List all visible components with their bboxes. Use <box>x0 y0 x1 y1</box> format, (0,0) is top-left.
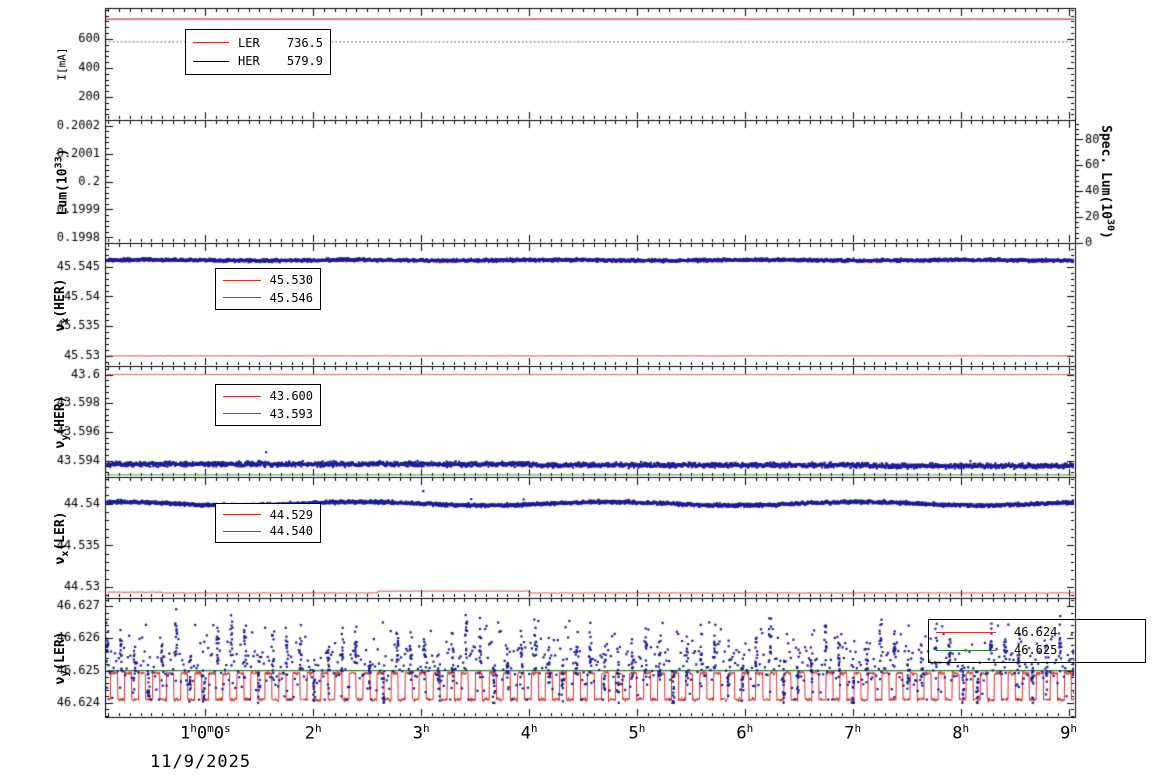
legend-series-name: HER <box>238 55 260 67</box>
legend-value: 44.540 <box>270 525 313 537</box>
plot-canvas <box>0 0 1154 782</box>
date-label: 11/9/2025 <box>150 752 251 772</box>
legend-nu-y-ler: 46.624 46.625 <box>928 619 1146 663</box>
legend-value: 43.600 <box>270 390 313 402</box>
y-axis-title-nu-x-ler: νx(LER) <box>53 511 71 564</box>
legend-nu-x-her: 45.530 45.546 <box>215 268 321 310</box>
x-tick-label-3h: 3h <box>413 722 430 744</box>
y-axis-title-nu-y-her: νy(HER) <box>53 395 71 448</box>
y-axis-title-luminosity: Lum(1033) <box>53 148 70 215</box>
legend-value: 45.546 <box>270 292 313 304</box>
legend-line-swatch <box>223 413 261 414</box>
legend-line-swatch <box>936 632 996 633</box>
legend-beam-current: LER 736.5 HER 579.9 <box>185 29 331 75</box>
x-tick-label-9h: 9h <box>1060 722 1077 744</box>
x-tick-label-8h: 8h <box>952 722 969 744</box>
legend-nu-x-ler: 44.529 44.540 <box>215 503 321 543</box>
legend-value: 46.625 <box>1014 644 1057 656</box>
x-tick-label-6h: 6h <box>736 722 753 744</box>
legend-line-swatch <box>223 531 261 532</box>
right-axis-title: Spec. Lum(1030) <box>1098 125 1115 239</box>
legend-entry: 45.530 <box>216 274 320 286</box>
legend-entry: 43.593 <box>216 408 320 420</box>
legend-value: 43.593 <box>270 408 313 420</box>
x-tick-label-2h: 2h <box>305 722 322 744</box>
legend-line-swatch <box>193 61 229 62</box>
y-axis-title-nu-x-her: νx(HER) <box>53 278 71 331</box>
legend-line-swatch <box>223 280 261 281</box>
legend-entry: 46.625 <box>929 644 1145 656</box>
x-tick-label-5h: 5h <box>628 722 645 744</box>
x-tick-label-4h: 4h <box>521 722 538 744</box>
x-tick-label-7h: 7h <box>844 722 861 744</box>
y-axis-title-nu-y-ler: νy(LER) <box>53 631 71 684</box>
legend-entry: 43.600 <box>216 390 320 402</box>
legend-line-swatch <box>223 396 261 397</box>
legend-line-swatch <box>223 297 261 298</box>
tune-history-chart: I[mA] Lum(1033) Spec. Lum(1030) νx(HER) νy(H… <box>0 0 1154 782</box>
legend-line-swatch <box>193 42 229 43</box>
legend-entry: 45.546 <box>216 292 320 304</box>
x-tick-label-1h: 1h0m0s <box>180 722 231 744</box>
legend-entry: LER 736.5 <box>186 37 330 49</box>
legend-series-name: LER <box>238 37 260 49</box>
legend-line-swatch <box>223 514 261 515</box>
legend-value: 44.529 <box>270 509 313 521</box>
legend-entry: 44.540 <box>216 525 320 537</box>
legend-entry: HER 579.9 <box>186 55 330 67</box>
legend-value: 45.530 <box>270 274 313 286</box>
legend-value: 46.624 <box>1014 626 1057 638</box>
legend-line-swatch <box>936 650 996 651</box>
legend-nu-y-her: 43.600 43.593 <box>215 384 321 426</box>
legend-value: 736.5 <box>287 37 323 49</box>
y-axis-title-beam-current: I[mA] <box>56 47 69 80</box>
legend-value: 579.9 <box>287 55 323 67</box>
legend-entry: 44.529 <box>216 509 320 521</box>
legend-entry: 46.624 <box>929 626 1145 638</box>
